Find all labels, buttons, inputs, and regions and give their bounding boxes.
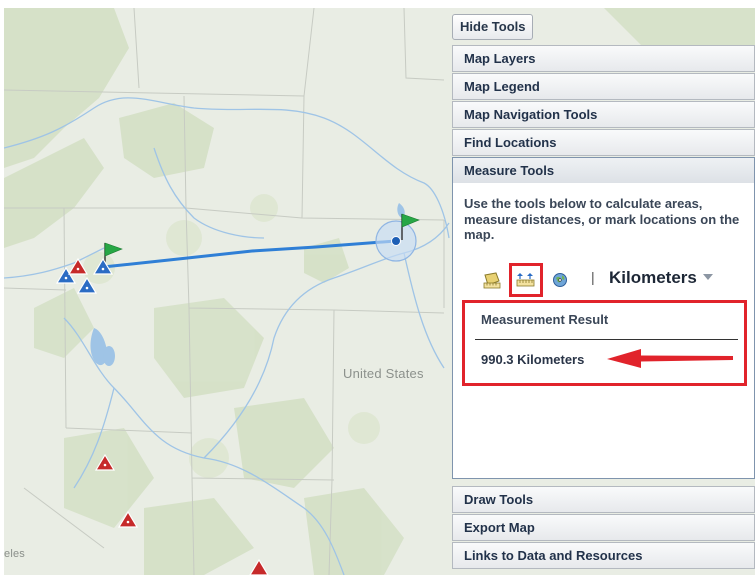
accordion-draw-tools[interactable]: Draw Tools (452, 486, 755, 513)
map-label-country: United States (343, 366, 424, 381)
measure-instructions: Use the tools below to calculate areas, … (464, 196, 740, 242)
measure-line (101, 239, 398, 269)
divider (475, 339, 738, 340)
red-arrow-icon (607, 349, 733, 368)
measure-toolbar: | Kilometers (475, 263, 745, 297)
accordion-links-to-data[interactable]: Links to Data and Resources (452, 542, 755, 569)
measurement-result-box: Measurement Result 990.3 Kilometers (462, 300, 747, 386)
unit-dropdown-value: Kilometers (609, 268, 697, 287)
accordion-map-navigation-tools[interactable]: Map Navigation Tools (452, 101, 755, 128)
map-label-city: eles (4, 548, 25, 560)
accordion-find-locations[interactable]: Find Locations (452, 129, 755, 156)
tools-panel: Hide Tools Map Layers Map Legend Map Nav… (452, 14, 755, 575)
accordion-map-legend[interactable]: Map Legend (452, 73, 755, 100)
area-measure-icon[interactable] (475, 263, 509, 297)
measure-tools-panel: Use the tools below to calculate areas, … (452, 183, 755, 479)
distance-measure-icon[interactable] (509, 263, 543, 297)
accordion-measure-tools[interactable]: Measure Tools (452, 157, 755, 184)
hide-tools-button[interactable]: Hide Tools (452, 14, 534, 40)
toolbar-separator: | (591, 269, 595, 285)
app-window: United States eles Hide Tools Map Layers… (0, 0, 755, 575)
measurement-result-value: 990.3 Kilometers (481, 352, 585, 367)
accordion-export-map[interactable]: Export Map (452, 514, 755, 541)
unit-dropdown[interactable]: Kilometers (609, 268, 713, 288)
accordion-map-layers[interactable]: Map Layers (452, 45, 755, 72)
measurement-result-title: Measurement Result (481, 312, 609, 327)
chevron-down-icon (702, 273, 713, 280)
location-globe-icon[interactable] (543, 263, 577, 297)
